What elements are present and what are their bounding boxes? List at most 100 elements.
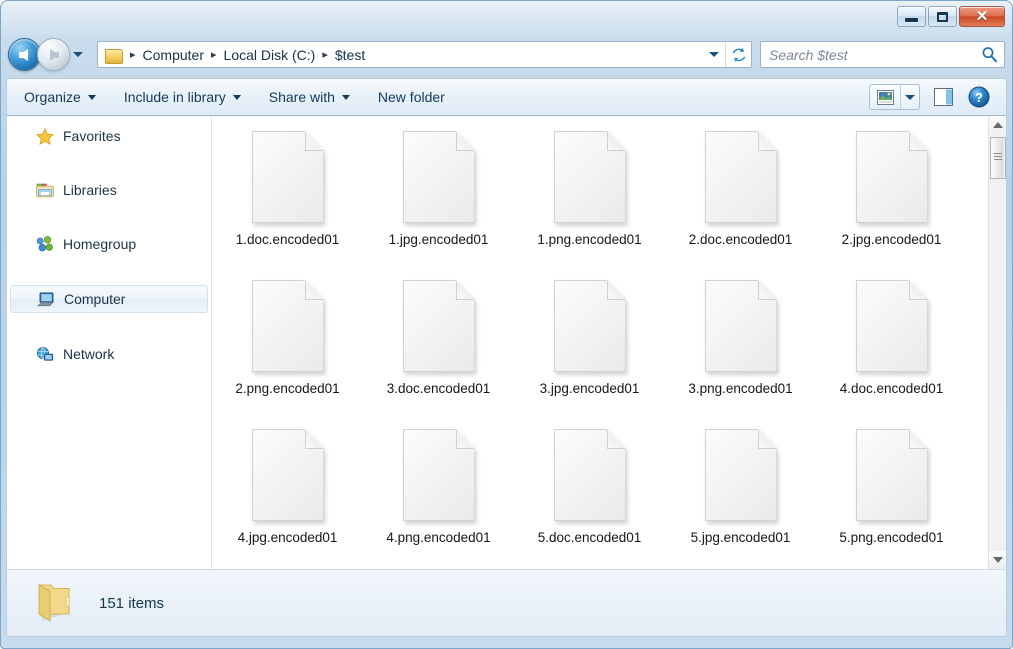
sidebar-item-favorites[interactable]: Favorites: [10, 123, 208, 149]
file-name: 1.png.encoded01: [537, 232, 641, 248]
sidebar-item-network[interactable]: Network: [10, 341, 208, 367]
blank-document-icon: [403, 131, 475, 223]
file-item[interactable]: 3.doc.encoded01: [363, 271, 514, 420]
file-item[interactable]: 5.jpg.encoded01: [665, 420, 816, 569]
chevron-down-icon: [993, 557, 1003, 563]
sidebar-item-homegroup[interactable]: Homegroup: [10, 231, 208, 257]
scrollbar-thumb[interactable]: [990, 137, 1006, 179]
scroll-up-button[interactable]: [989, 116, 1006, 134]
search-input[interactable]: [761, 47, 974, 63]
breadcrumb-separator[interactable]: ▸: [317, 48, 333, 61]
blank-document-icon: [856, 429, 928, 521]
share-with-button[interactable]: Share with: [258, 84, 361, 110]
explorer-body: Favorites Libraries: [6, 116, 1007, 569]
folder-icon: [29, 581, 79, 625]
blank-document-icon: [856, 280, 928, 372]
maximize-button[interactable]: [928, 6, 957, 27]
file-item[interactable]: 5.png.encoded01: [816, 420, 967, 569]
file-name: 4.doc.encoded01: [840, 381, 944, 397]
vertical-scrollbar[interactable]: [988, 116, 1006, 569]
blank-document-icon: [252, 429, 324, 521]
file-item[interactable]: 1.doc.encoded01: [212, 122, 363, 271]
blank-document-icon: [554, 429, 626, 521]
change-view-dropdown[interactable]: [900, 85, 919, 109]
file-item[interactable]: 4.doc.encoded01: [816, 271, 967, 420]
breadcrumb-item-local-disk[interactable]: Local Disk (C:): [222, 45, 318, 65]
file-list-pane[interactable]: 1.doc.encoded01 1.jpg.encoded01 1.png.en…: [212, 116, 1006, 569]
blank-document-icon: [856, 131, 928, 223]
refresh-button[interactable]: [725, 42, 751, 67]
search-box[interactable]: [760, 41, 1005, 68]
file-name: 4.png.encoded01: [386, 530, 490, 546]
file-name: 5.png.encoded01: [839, 530, 943, 546]
blank-document-icon: [705, 131, 777, 223]
sidebar-item-computer[interactable]: Computer: [10, 285, 208, 313]
file-name: 5.doc.encoded01: [538, 530, 642, 546]
recent-pages-icon[interactable]: [73, 52, 83, 57]
blank-document-icon: [705, 280, 777, 372]
breadcrumb: ▸ Computer ▸ Local Disk (C:) ▸ $test: [102, 42, 703, 67]
file-item[interactable]: 2.jpg.encoded01: [816, 122, 967, 271]
file-name: 3.doc.encoded01: [387, 381, 491, 397]
folder-icon[interactable]: [105, 48, 122, 62]
blank-document-icon: [705, 429, 777, 521]
breadcrumb-item-computer[interactable]: Computer: [141, 45, 206, 65]
minimize-icon: [905, 18, 918, 22]
sidebar-item-label: Homegroup: [63, 236, 136, 252]
file-item[interactable]: 1.png.encoded01: [514, 122, 665, 271]
blank-document-icon: [403, 280, 475, 372]
star-icon: [36, 128, 54, 145]
new-folder-button[interactable]: New folder: [367, 84, 456, 110]
title-bar: ✕: [0, 0, 1013, 34]
file-item[interactable]: 4.jpg.encoded01: [212, 420, 363, 569]
preview-pane-icon: [934, 88, 953, 106]
network-icon: [36, 346, 54, 363]
computer-icon: [37, 291, 55, 308]
help-icon: ?: [968, 86, 990, 108]
file-item[interactable]: 2.png.encoded01: [212, 271, 363, 420]
file-name: 3.png.encoded01: [688, 381, 792, 397]
status-bar: 151 items: [6, 569, 1007, 637]
file-name: 2.png.encoded01: [235, 381, 339, 397]
breadcrumb-separator: ▸: [125, 48, 141, 61]
breadcrumb-separator[interactable]: ▸: [206, 48, 222, 61]
sidebar-item-libraries[interactable]: Libraries: [10, 177, 208, 203]
include-in-library-button[interactable]: Include in library: [113, 84, 252, 110]
new-folder-label: New folder: [378, 89, 445, 105]
file-item[interactable]: 3.png.encoded01: [665, 271, 816, 420]
change-view-icon-wrap[interactable]: [870, 85, 900, 109]
file-item[interactable]: 1.jpg.encoded01: [363, 122, 514, 271]
maximize-icon: [937, 12, 948, 22]
refresh-icon: [731, 47, 747, 63]
forward-button[interactable]: [37, 38, 70, 71]
breadcrumb-item-test[interactable]: $test: [333, 45, 367, 65]
blank-document-icon: [403, 429, 475, 521]
blank-document-icon: [554, 131, 626, 223]
sidebar-item-label: Computer: [64, 291, 125, 307]
library-icon: [36, 182, 54, 199]
file-item[interactable]: 5.doc.encoded01: [514, 420, 665, 569]
change-view-icon: [877, 90, 894, 105]
address-bar[interactable]: ▸ Computer ▸ Local Disk (C:) ▸ $test: [97, 41, 752, 68]
chevron-down-icon: [342, 95, 350, 100]
file-item[interactable]: 2.doc.encoded01: [665, 122, 816, 271]
file-name: 5.jpg.encoded01: [691, 530, 791, 546]
organize-label: Organize: [24, 89, 81, 105]
include-in-library-label: Include in library: [124, 89, 226, 105]
toolbar-right-group: ?: [869, 84, 1006, 110]
sidebar-item-label: Libraries: [63, 182, 117, 198]
organize-button[interactable]: Organize: [13, 84, 107, 110]
minimize-button[interactable]: [897, 6, 926, 27]
help-button[interactable]: ?: [966, 84, 992, 110]
change-view-button[interactable]: [869, 84, 920, 110]
chevron-down-icon: [709, 52, 719, 57]
address-dropdown-button[interactable]: [703, 42, 725, 67]
file-item[interactable]: 3.jpg.encoded01: [514, 271, 665, 420]
search-button[interactable]: [974, 46, 1004, 63]
scroll-down-button[interactable]: [989, 551, 1006, 569]
chevron-down-icon: [88, 95, 96, 100]
file-item[interactable]: 4.png.encoded01: [363, 420, 514, 569]
preview-pane-button[interactable]: [930, 84, 956, 110]
file-name: 2.jpg.encoded01: [842, 232, 942, 248]
close-button[interactable]: ✕: [959, 6, 1005, 27]
